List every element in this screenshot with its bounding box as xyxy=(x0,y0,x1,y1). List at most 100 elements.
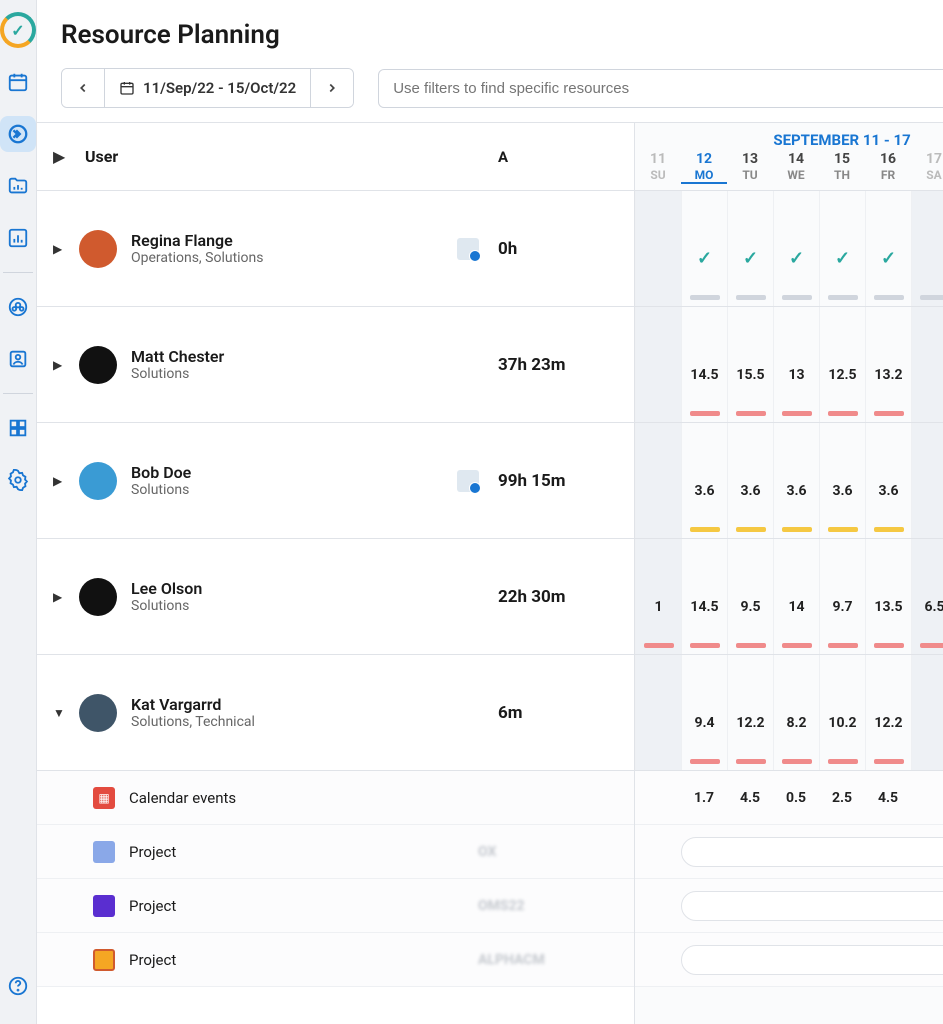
day-cell[interactable]: 12.5 xyxy=(819,307,865,422)
day-cell[interactable] xyxy=(911,423,943,538)
cell-value: 12.5 xyxy=(828,367,856,383)
user-row: ▶ Regina Flange Operations, Solutions 0h xyxy=(37,191,635,307)
nav-user-icon[interactable] xyxy=(0,341,36,377)
user-role: Solutions xyxy=(131,366,438,382)
day-cell[interactable]: 13.2 xyxy=(865,307,911,422)
cell-value: 3.6 xyxy=(878,483,898,499)
day-cell[interactable]: 10.2 xyxy=(819,655,865,770)
user-role: Solutions xyxy=(131,482,438,498)
day-cell[interactable]: 14.5 xyxy=(681,307,727,422)
day-header[interactable]: 17SA xyxy=(911,151,943,184)
day-header[interactable]: 16FR xyxy=(865,151,911,184)
day-cell[interactable]: 13 xyxy=(773,307,819,422)
date-range-label: 11/Sep/22 - 15/Oct/22 xyxy=(143,79,296,97)
nav-apps-icon[interactable] xyxy=(0,410,36,446)
day-cell[interactable] xyxy=(911,307,943,422)
next-period-button[interactable] xyxy=(311,69,353,107)
day-cell[interactable]: 9.4 xyxy=(681,655,727,770)
date-navigator: 11/Sep/22 - 15/Oct/22 xyxy=(61,68,354,108)
prev-period-button[interactable] xyxy=(62,69,104,107)
project-row[interactable]: Project OMS22 xyxy=(37,879,634,933)
calendar-badge-icon xyxy=(457,238,479,260)
day-cell[interactable] xyxy=(635,655,681,770)
day-cell[interactable]: 15.5 xyxy=(727,307,773,422)
expand-row-toggle[interactable]: ▶ xyxy=(53,242,65,256)
expand-row-toggle[interactable]: ▶ xyxy=(53,358,65,372)
day-cell[interactable]: 12.2 xyxy=(727,655,773,770)
day-header[interactable]: 15TH xyxy=(819,151,865,184)
gantt-bar[interactable] xyxy=(681,891,943,921)
check-icon: ✓ xyxy=(835,248,850,269)
project-row-timeline xyxy=(635,879,943,933)
day-header[interactable]: 11SU xyxy=(635,151,681,184)
day-cell[interactable]: ✓ xyxy=(727,191,773,306)
user-column-header[interactable]: User xyxy=(65,147,498,166)
day-cell[interactable]: 3.6 xyxy=(681,423,727,538)
avatar xyxy=(79,230,117,268)
calendar-events-row[interactable]: ▦ Calendar events xyxy=(37,771,634,825)
day-cell[interactable]: 13.5 xyxy=(865,539,911,654)
utilization-bar xyxy=(782,411,812,416)
day-header[interactable]: 13TU xyxy=(727,151,773,184)
day-cell[interactable]: 3.6 xyxy=(727,423,773,538)
nav-settings-gear-icon[interactable] xyxy=(0,462,36,498)
cell-value: 13.5 xyxy=(874,599,902,615)
day-cell[interactable]: ✓ xyxy=(773,191,819,306)
day-cell[interactable] xyxy=(635,307,681,422)
check-icon: ✓ xyxy=(743,248,758,269)
day-header[interactable]: 14WE xyxy=(773,151,819,184)
day-cell[interactable]: 9.7 xyxy=(819,539,865,654)
day-cell[interactable] xyxy=(911,191,943,306)
day-header[interactable]: 12MO xyxy=(681,151,727,184)
day-cell[interactable]: 4.5 xyxy=(865,790,911,806)
day-cell[interactable] xyxy=(635,423,681,538)
day-cell[interactable] xyxy=(911,655,943,770)
nav-expand-icon[interactable] xyxy=(0,116,36,152)
day-cell[interactable] xyxy=(635,191,681,306)
day-cell[interactable]: 14.5 xyxy=(681,539,727,654)
expand-row-toggle[interactable]: ▼ xyxy=(53,706,65,720)
day-cell[interactable]: 2.5 xyxy=(819,790,865,806)
expand-all-toggle[interactable]: ▶ xyxy=(53,147,65,166)
gantt-bar[interactable] xyxy=(681,945,943,975)
day-cell[interactable]: ✓ xyxy=(819,191,865,306)
day-cell[interactable]: 14 xyxy=(773,539,819,654)
toolbar: 11/Sep/22 - 15/Oct/22 xyxy=(37,58,943,122)
project-swatch xyxy=(93,949,115,971)
day-cell[interactable]: 4.5 xyxy=(727,790,773,806)
user-role: Solutions xyxy=(131,598,438,614)
day-cell[interactable]: 6.5 xyxy=(911,539,943,654)
expand-row-toggle[interactable]: ▶ xyxy=(53,474,65,488)
sidebar-nav xyxy=(0,0,37,1024)
user-role: Solutions, Technical xyxy=(131,714,438,730)
utilization-bar xyxy=(736,643,766,648)
allocation-column-header[interactable]: A xyxy=(498,148,618,166)
day-cell[interactable]: 0.5 xyxy=(773,790,819,806)
nav-folder-chart-icon[interactable] xyxy=(0,168,36,204)
day-cell[interactable]: 8.2 xyxy=(773,655,819,770)
project-row[interactable]: Project OX xyxy=(37,825,634,879)
filter-input[interactable] xyxy=(378,69,943,108)
day-cell[interactable]: 9.5 xyxy=(727,539,773,654)
nav-team-icon[interactable] xyxy=(0,289,36,325)
nav-calendar[interactable] xyxy=(0,64,36,100)
nav-bar-chart-icon[interactable] xyxy=(0,220,36,256)
expand-row-toggle[interactable]: ▶ xyxy=(53,590,65,604)
date-range-picker[interactable]: 11/Sep/22 - 15/Oct/22 xyxy=(104,69,311,107)
utilization-bar xyxy=(920,295,943,300)
day-cell[interactable]: 12.2 xyxy=(865,655,911,770)
nav-separator xyxy=(3,393,33,394)
day-cell[interactable]: 3.6 xyxy=(865,423,911,538)
day-cell[interactable]: 3.6 xyxy=(819,423,865,538)
user-name: Matt Chester xyxy=(131,347,438,366)
allocation-hours: 37h 23m xyxy=(498,355,618,375)
nav-help-icon[interactable] xyxy=(0,968,36,1004)
utilization-bar xyxy=(736,527,766,532)
gantt-bar[interactable] xyxy=(681,837,943,867)
project-row[interactable]: Project ALPHACM xyxy=(37,933,634,987)
day-cell[interactable]: 1.7 xyxy=(681,790,727,806)
day-cell[interactable]: 1 xyxy=(635,539,681,654)
day-cell[interactable]: 3.6 xyxy=(773,423,819,538)
day-cell[interactable]: ✓ xyxy=(681,191,727,306)
day-cell[interactable]: ✓ xyxy=(865,191,911,306)
